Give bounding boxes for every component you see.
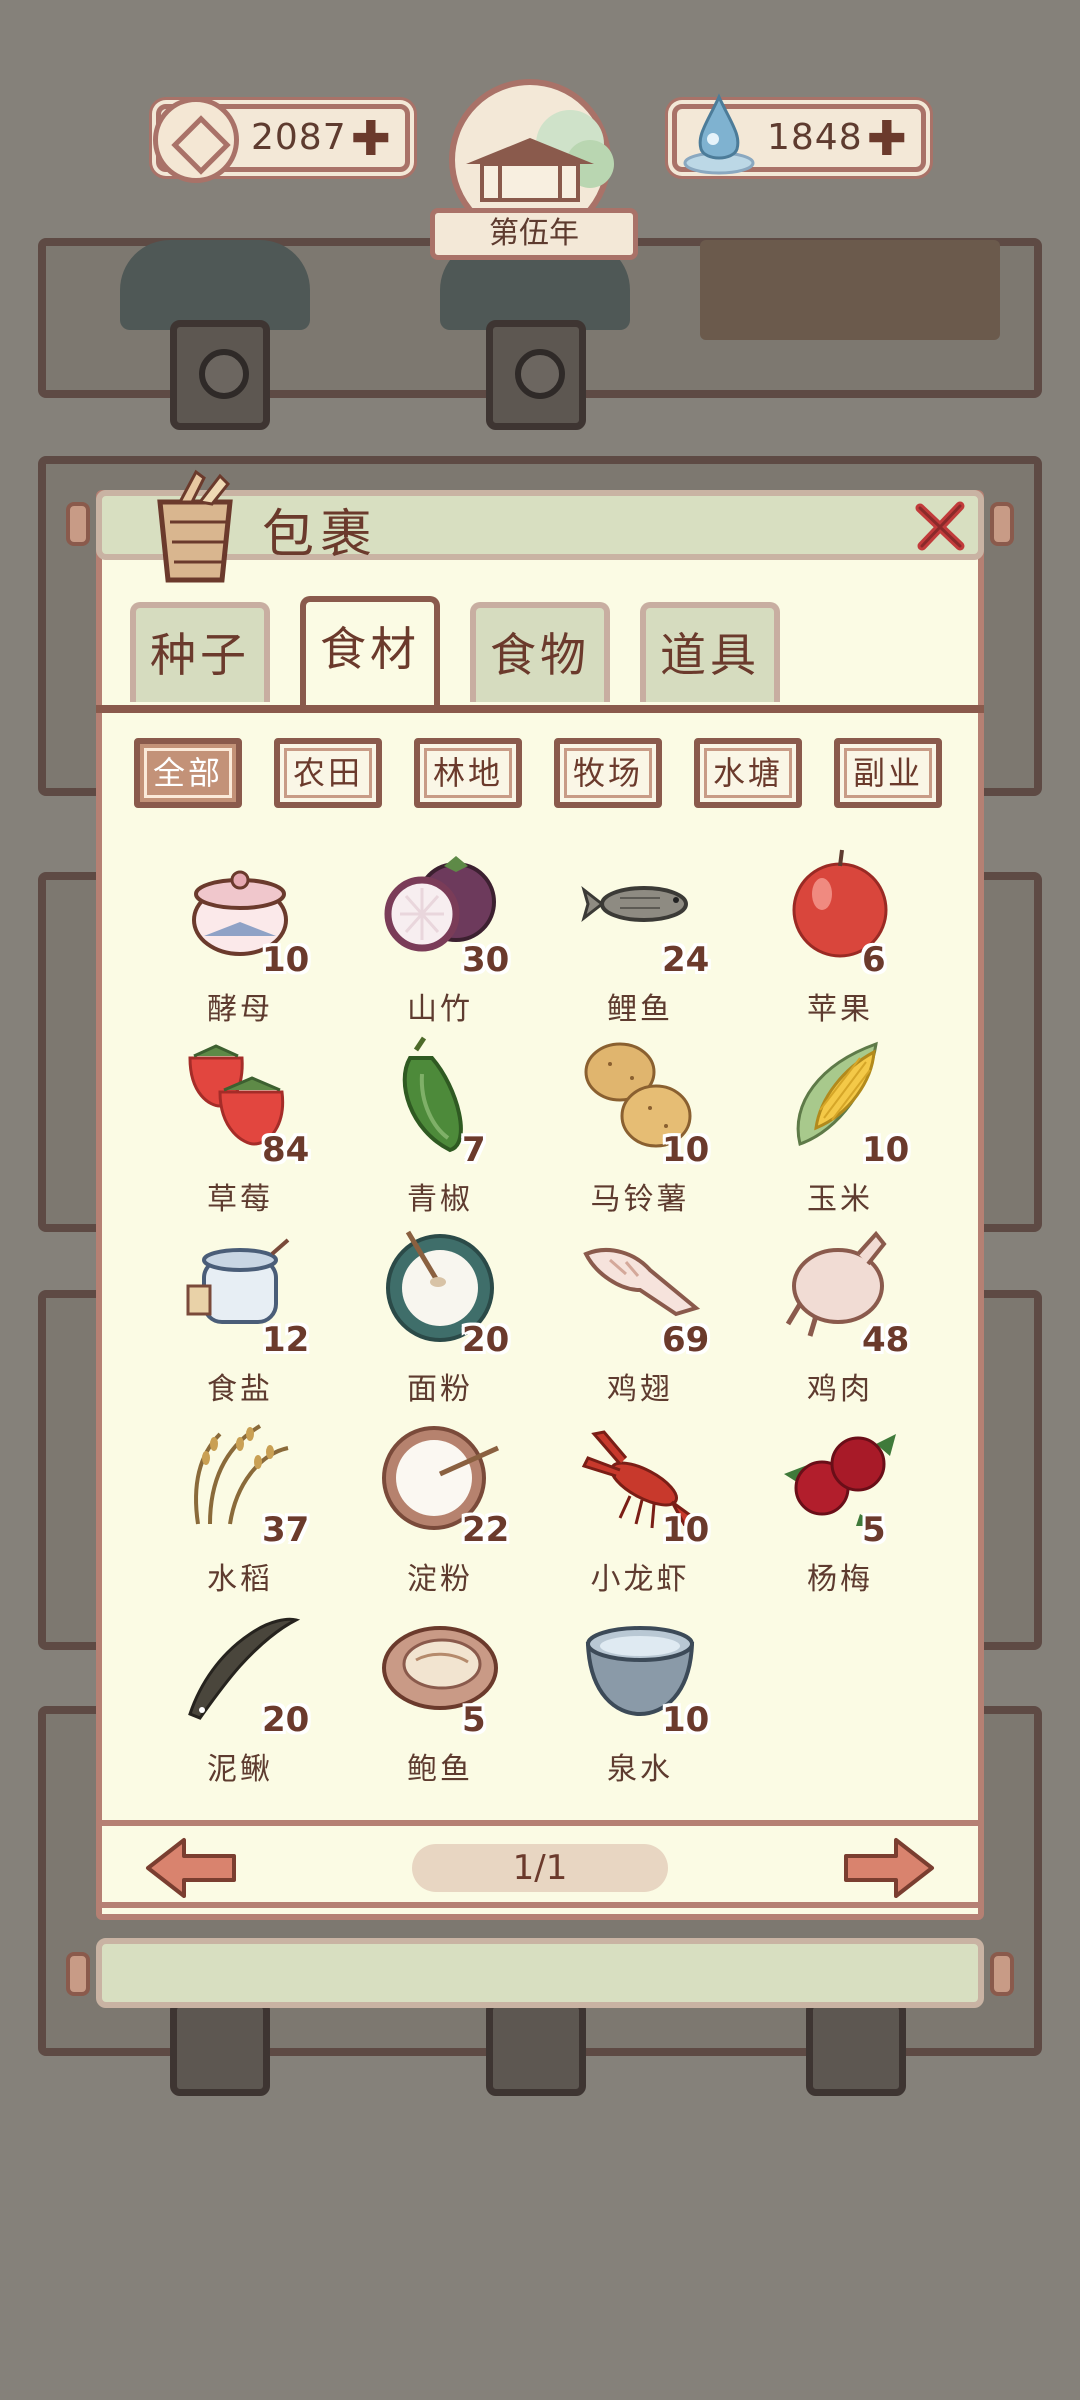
tab-ingredients[interactable]: 食材	[300, 596, 440, 708]
next-page-arrow-icon[interactable]	[840, 1836, 936, 1900]
item-name: 水稻	[207, 1562, 273, 1597]
item-name: 玉米	[807, 1182, 873, 1217]
tab-seeds[interactable]: 种子	[130, 602, 270, 702]
item-count: 10	[662, 1130, 710, 1170]
coin-counter: 2087 ✚	[153, 97, 410, 183]
item-count: 10	[262, 940, 310, 980]
item-count: 48	[862, 1320, 910, 1360]
item-chicken[interactable]: 48 鸡肉	[740, 1224, 940, 1407]
item-count: 10	[662, 1510, 710, 1550]
category-tabs: 种子 食材 食物 道具	[96, 596, 984, 712]
spirit-counter: 1848 ✚	[672, 93, 926, 175]
tab-food[interactable]: 食物	[470, 602, 610, 702]
item-yeast[interactable]: 10 酵母	[140, 844, 340, 1027]
item-count: 22	[462, 1510, 510, 1550]
basket-icon	[157, 469, 233, 583]
item-count: 5	[462, 1700, 486, 1740]
item-name: 泥鳅	[207, 1752, 273, 1787]
item-strawberry[interactable]: 84 草莓	[140, 1034, 340, 1217]
item-name: 泉水	[607, 1752, 673, 1787]
item-corn[interactable]: 10 玉米	[740, 1034, 940, 1217]
item-name: 淀粉	[407, 1562, 473, 1597]
pager-divider	[96, 1902, 984, 1908]
filter-pond[interactable]: 水塘	[694, 738, 802, 808]
bg-post	[170, 2000, 270, 2096]
item-count: 5	[862, 1510, 886, 1550]
tab-tools[interactable]: 道具	[640, 602, 780, 702]
item-count: 24	[662, 940, 710, 980]
bg-jar	[120, 240, 310, 330]
item-name: 食盐	[207, 1372, 273, 1407]
item-spring-water[interactable]: 10 泉水	[540, 1604, 740, 1787]
item-name: 杨梅	[807, 1562, 873, 1597]
scroll-end	[990, 1952, 1014, 1996]
bg-post	[806, 2000, 906, 2096]
item-name: 苹果	[807, 992, 873, 1027]
item-chicken-wing[interactable]: 69 鸡翅	[540, 1224, 740, 1407]
item-name: 小龙虾	[590, 1562, 690, 1597]
item-count: 6	[862, 940, 886, 980]
bg-post	[170, 320, 270, 430]
item-count: 84	[262, 1130, 310, 1170]
item-green-pepper[interactable]: 7 青椒	[340, 1034, 540, 1217]
item-apple[interactable]: 6 苹果	[740, 844, 940, 1027]
item-name: 面粉	[407, 1372, 473, 1407]
item-count: 37	[262, 1510, 310, 1550]
item-count: 12	[262, 1320, 310, 1360]
item-count: 7	[462, 1130, 486, 1170]
item-bayberry[interactable]: 5 杨梅	[740, 1414, 940, 1597]
item-name: 鸡肉	[807, 1372, 873, 1407]
item-abalone[interactable]: 5 鲍鱼	[340, 1604, 540, 1787]
item-mangosteen[interactable]: 30 山竹	[340, 844, 540, 1027]
item-count: 20	[462, 1320, 510, 1360]
item-salt[interactable]: 12 食盐	[140, 1224, 340, 1407]
item-name: 鸡翅	[607, 1372, 673, 1407]
filter-woodland[interactable]: 林地	[414, 738, 522, 808]
year-label: 第伍年	[430, 208, 638, 260]
item-name: 青椒	[407, 1182, 473, 1217]
bg-tree	[700, 240, 1000, 340]
add-spirit-button[interactable]: ✚	[867, 111, 907, 167]
item-flour[interactable]: 20 面粉	[340, 1224, 540, 1407]
add-coins-button[interactable]: ✚	[351, 111, 391, 167]
scroll-end	[66, 1952, 90, 1996]
scroll-end	[990, 502, 1014, 546]
coin-icon	[153, 97, 239, 183]
scroll-end	[66, 502, 90, 546]
filter-bar: 全部 农田 林地 牧场 水塘 副业	[134, 738, 946, 808]
item-loach[interactable]: 20 泥鳅	[140, 1604, 340, 1787]
item-rice[interactable]: 37 水稻	[140, 1414, 340, 1597]
coin-amount: 2087	[251, 117, 347, 158]
item-starch[interactable]: 22 淀粉	[340, 1414, 540, 1597]
item-name: 马铃薯	[590, 1182, 690, 1217]
bg-post	[486, 2000, 586, 2096]
tab-divider	[96, 705, 984, 713]
item-count: 20	[262, 1700, 310, 1740]
item-carp[interactable]: 24 鲤鱼	[540, 844, 740, 1027]
item-name: 鲤鱼	[607, 992, 673, 1027]
filter-ranch[interactable]: 牧场	[554, 738, 662, 808]
close-icon[interactable]	[912, 498, 968, 554]
page-indicator: 1/1	[412, 1844, 668, 1892]
item-name: 山竹	[407, 992, 473, 1027]
item-name: 草莓	[207, 1182, 273, 1217]
item-count: 10	[662, 1700, 710, 1740]
item-potato[interactable]: 10 马铃薯	[540, 1034, 740, 1217]
item-count: 10	[862, 1130, 910, 1170]
filter-farmland[interactable]: 农田	[274, 738, 382, 808]
pager-divider	[96, 1820, 984, 1826]
water-drop-icon	[683, 93, 755, 175]
spirit-amount: 1848	[767, 117, 863, 158]
item-name: 酵母	[207, 992, 273, 1027]
panel-footer-scroll	[96, 1938, 984, 2008]
prev-page-arrow-icon[interactable]	[144, 1836, 240, 1900]
item-name: 鲍鱼	[407, 1752, 473, 1787]
item-count: 30	[462, 940, 510, 980]
bg-post	[486, 320, 586, 430]
item-count: 69	[662, 1320, 710, 1360]
panel-title: 包裹	[262, 505, 379, 565]
filter-sideline[interactable]: 副业	[834, 738, 942, 808]
item-crayfish[interactable]: 10 小龙虾	[540, 1414, 740, 1597]
filter-all[interactable]: 全部	[134, 738, 242, 808]
